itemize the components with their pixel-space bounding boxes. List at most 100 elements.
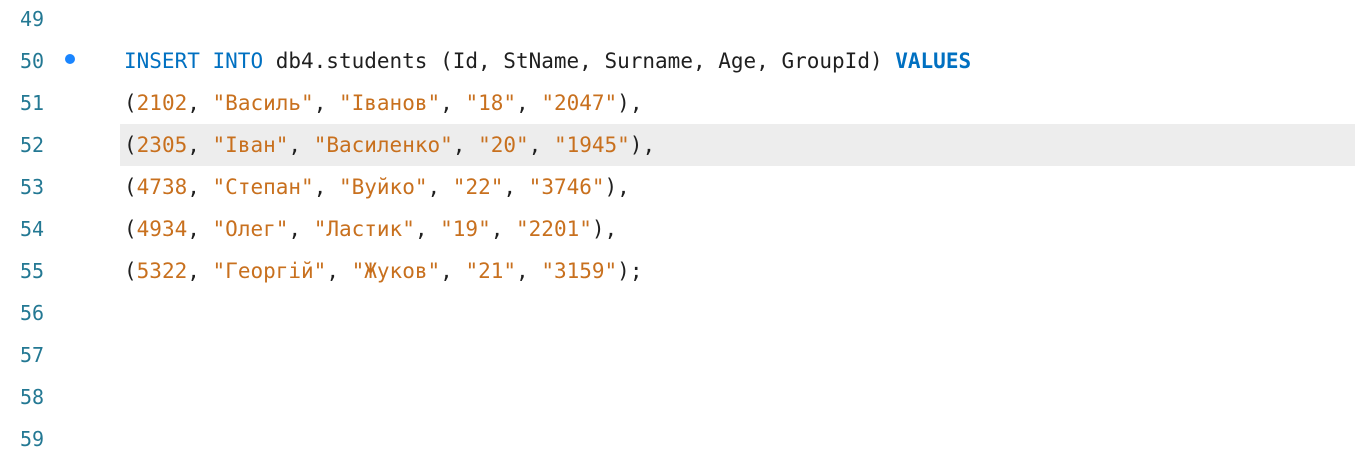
code-token: ( [124,91,137,115]
code-token: , [503,175,529,199]
code-token: , [516,91,542,115]
code-line[interactable]: 50 INSERT INTO db4.students (Id, StName, … [0,40,1355,82]
code-token: ), [604,175,630,199]
line-gutter[interactable]: 55 [0,250,120,292]
line-gutter[interactable]: 57 [0,334,120,376]
code-token: , [528,133,554,157]
code-line[interactable]: 59 [0,418,1355,449]
code-token: ( [124,133,137,157]
code-token: , [313,91,339,115]
code-token: , [187,259,213,283]
line-gutter[interactable]: 51 [0,82,120,124]
line-number: 52 [20,133,45,157]
code-token: ( [124,175,137,199]
code-token: "Іван" [212,133,289,157]
code-token: , [414,217,441,241]
line-gutter[interactable]: 56 [0,292,120,334]
code-token: "2047" [541,91,618,115]
code-token: "Василенко" [313,133,453,157]
code-token: "21" [465,259,517,283]
code-token: , [452,133,479,157]
line-gutter[interactable]: 52 [0,124,120,166]
line-number: 59 [20,427,45,449]
code-token: , [326,259,352,283]
code-token: "Василь" [212,91,314,115]
code-line[interactable]: 55 (5322, "Георгій", "Жуков", "21", "3159… [0,250,1355,292]
code-token: 2102 [136,91,188,115]
code-line[interactable]: 53 (4738, "Степан", "Вуйко", "22", "3746"… [0,166,1355,208]
line-gutter[interactable]: 49 [0,0,120,40]
code-token: ), [617,91,643,115]
code-token: "Георгій" [212,259,327,283]
code-token: "Іванов" [338,91,441,115]
line-number: 51 [20,91,45,115]
line-code[interactable]: (5322, "Георгій", "Жуков", "21", "3159")… [120,259,642,283]
line-code[interactable]: (4738, "Степан", "Вуйко", "22", "3746"), [120,175,630,199]
code-token: VALUES [895,49,972,73]
code-token: , [187,175,213,199]
line-number: 53 [20,175,45,199]
code-token: "3746" [528,175,605,199]
code-token: 5322 [136,259,188,283]
line-gutter[interactable]: 58 [0,376,120,418]
line-number: 56 [20,301,45,325]
code-line[interactable]: 52 (2305, "Іван", "Василенко", "20", "194… [0,124,1355,166]
code-token: ), [629,133,656,157]
code-token: , [288,217,314,241]
line-number: 49 [20,7,45,31]
code-line[interactable]: 51 (2102, "Василь", "Іванов", "18", "2047… [0,82,1355,124]
line-code[interactable]: (4934, "Олег", "Ластик", "19", "2201"), [120,217,617,241]
modified-dot-icon[interactable] [65,54,75,64]
line-code[interactable]: INSERT INTO db4.students (Id, StName, Su… [120,49,971,73]
code-token: "1945" [553,133,630,157]
line-number: 55 [20,259,45,283]
code-token: , [187,217,213,241]
line-number: 58 [20,385,45,409]
code-token: INSERT [124,49,200,73]
code-token: "22" [452,175,504,199]
line-number: 54 [20,217,45,241]
code-token: ), [591,217,618,241]
line-gutter[interactable]: 54 [0,208,120,250]
code-token: , [187,133,213,157]
code-token: "3159" [541,259,618,283]
code-token: "19" [440,217,491,241]
code-token: , [440,91,466,115]
code-token: "18" [465,91,517,115]
code-token: "2201" [516,217,592,241]
line-number: 50 [20,49,45,73]
code-token: "Ластик" [313,217,415,241]
code-token: , [516,259,542,283]
line-gutter[interactable]: 50 [0,40,120,82]
code-token: "Жуков" [351,259,441,283]
line-gutter[interactable]: 53 [0,166,120,208]
line-code[interactable]: (2102, "Василь", "Іванов", "18", "2047")… [120,91,642,115]
line-code[interactable]: (2305, "Іван", "Василенко", "20", "1945"… [120,133,655,157]
code-token: db4.students (Id, StName, Surname, Age, … [263,49,896,73]
code-token: 4934 [136,217,188,241]
code-token: , [490,217,517,241]
code-line[interactable]: 58 [0,376,1355,418]
code-token: 2305 [136,133,188,157]
code-editor[interactable]: 49 50 INSERT INTO db4.students (Id, StName… [0,0,1355,449]
code-token: INTO [212,49,264,73]
code-token: "Вуйко" [338,175,428,199]
line-gutter[interactable]: 59 [0,418,120,449]
code-line[interactable]: 49 [0,0,1355,40]
code-token: "Олег" [212,217,289,241]
code-token: , [187,91,213,115]
code-token: ( [124,259,137,283]
code-token: 4738 [136,175,188,199]
code-line[interactable]: 56 [0,292,1355,334]
code-token: ); [617,259,643,283]
code-line[interactable]: 57 [0,334,1355,376]
code-token: , [427,175,453,199]
line-number: 57 [20,343,45,367]
code-token: , [313,175,339,199]
code-token: , [440,259,466,283]
code-token: "Степан" [212,175,314,199]
code-line[interactable]: 54 (4934, "Олег", "Ластик", "19", "2201")… [0,208,1355,250]
code-token: ( [124,217,137,241]
code-token: , [288,133,314,157]
